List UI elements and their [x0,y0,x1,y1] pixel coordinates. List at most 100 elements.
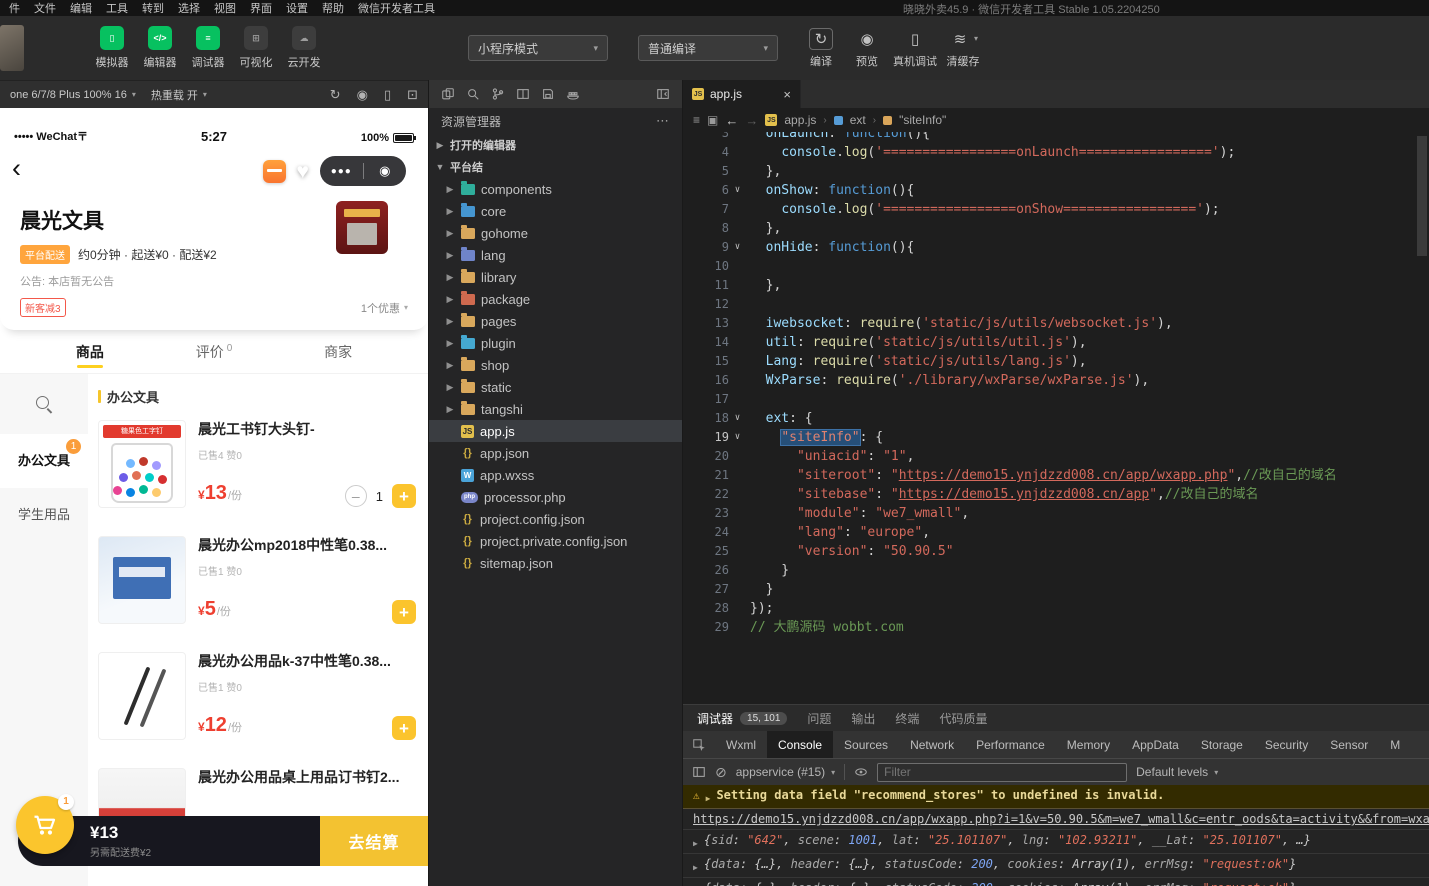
panel-tab-输出[interactable]: 输出 [851,710,875,727]
compile-button[interactable]: ↻编译 [798,28,844,69]
hot-reload-toggle[interactable]: 热重载 开 [151,87,198,103]
tree-item-app.js[interactable]: JSapp.js [429,420,682,442]
code-editor[interactable]: 3 onLaunch: function(){4 console.log('==… [683,132,1429,704]
visualization-button[interactable]: ⊞可视化 [232,26,280,70]
code-text[interactable]: Lang: require('static/js/utils/lang.js')… [746,352,1087,371]
remote-debug-button[interactable]: ▯真机调试 [890,28,940,69]
add-to-cart-button[interactable]: + [392,484,416,508]
code-text[interactable] [746,295,750,314]
minus-button[interactable]: – [345,485,367,507]
console-row-obj[interactable]: ▶{sid: "642", scene: 1001, lat: "25.1011… [683,830,1429,854]
code-text[interactable]: } [746,580,773,599]
console-filter-input[interactable] [877,763,1127,782]
console-row-obj[interactable]: ▶{data: {…}, header: {…}, statusCode: 20… [683,878,1429,886]
devtools-tab-Sensor[interactable]: Sensor [1319,731,1379,758]
fold-chevron-icon[interactable]: ∨ [729,181,746,200]
tree-item-shop[interactable]: ▶shop [429,354,682,376]
code-text[interactable] [746,257,750,276]
tree-item-pages[interactable]: ▶pages [429,310,682,332]
eye-icon[interactable] [854,765,868,780]
expand-caret-icon[interactable]: ▶ [706,791,711,806]
code-text[interactable]: // 大鹏源码 wobbt.com [746,618,904,637]
close-miniprogram-icon[interactable]: ◉ [364,163,407,179]
code-text[interactable]: onHide: function(){ [746,238,914,257]
debugger-button[interactable]: ≡调试器 [184,26,232,70]
clear-console-icon[interactable]: ⊘ [715,765,727,779]
coupon-dropdown[interactable]: 1个优惠 ▾ [361,300,408,316]
rotate-icon[interactable]: ↻ [330,87,341,103]
devtools-tab-Network[interactable]: Network [899,731,965,758]
console-row-link[interactable]: https://demo15.ynjdzzd008.cn/app/wxapp.p… [683,809,1429,830]
cloud-dev-button[interactable]: ☁云开发 [280,26,328,70]
menu-item-4[interactable]: 转到 [135,0,171,16]
record-icon[interactable]: ◉ [357,87,368,103]
code-text[interactable]: console.log('=================onShow====… [746,200,1220,219]
menu-item-0[interactable]: 件 [2,0,27,16]
simulator-button[interactable]: ▯模拟器 [88,26,136,70]
more-actions-icon[interactable]: ⋯ [656,113,670,129]
user-avatar[interactable] [0,25,24,71]
save-all-icon[interactable] [541,87,555,101]
code-text[interactable]: iwebsocket: require('static/js/utils/web… [746,314,1173,333]
code-text[interactable]: WxParse: require('./library/wxParse/wxPa… [746,371,1149,390]
breadcrumb-file[interactable]: app.js [784,113,816,127]
menu-item-5[interactable]: 选择 [171,0,207,16]
source-control-icon[interactable] [491,87,505,101]
menu-item-6[interactable]: 视图 [207,0,243,16]
split-editor-icon[interactable] [516,87,530,101]
tree-item-processor.php[interactable]: phpprocessor.php [429,486,682,508]
compile-mode-dropdown[interactable]: 普通编译 ▾ [638,35,778,61]
code-text[interactable]: }, [746,162,781,181]
console-row-warn[interactable]: ⚠▶Setting data field "recommend_stores" … [683,785,1429,809]
devtools-tab-AppData[interactable]: AppData [1121,731,1190,758]
code-text[interactable]: } [746,561,789,580]
log-levels-dropdown[interactable]: Default levels ▾ [1136,765,1218,779]
phone-frame-icon[interactable]: ▯ [384,87,391,103]
mode-dropdown[interactable]: 小程序模式 ▾ [468,35,608,61]
tree-item-sitemap.json[interactable]: {}sitemap.json [429,552,682,574]
code-text[interactable]: onLaunch: function(){ [746,132,930,143]
expand-caret-icon[interactable]: ▶ [693,836,698,851]
outline-icon[interactable]: ≡ [693,113,700,127]
more-menu-icon[interactable]: ●●● [320,166,363,177]
close-icon[interactable]: × [783,87,791,102]
editor-tab-appjs[interactable]: JS app.js × [683,80,801,108]
tree-item-components[interactable]: ▶components [429,178,682,200]
panel-tab-终端[interactable]: 终端 [895,710,919,727]
menu-item-7[interactable]: 界面 [243,0,279,16]
add-to-cart-button[interactable]: + [392,716,416,740]
tree-item-static[interactable]: ▶static [429,376,682,398]
devtools-tab-Console[interactable]: Console [767,731,833,758]
code-text[interactable]: "version": "50.90.5" [746,542,954,561]
checkout-button[interactable]: 去结算 [320,816,428,866]
add-to-cart-button[interactable]: + [392,600,416,624]
favorite-heart-icon[interactable]: ♥ [297,161,309,182]
tree-item-core[interactable]: ▶core [429,200,682,222]
code-text[interactable]: console.log('=================onLaunch==… [746,143,1235,162]
tree-item-plugin[interactable]: ▶plugin [429,332,682,354]
store-tab-商品[interactable]: 商品 [76,330,104,373]
tree-item-app.wxss[interactable]: Wapp.wxss [429,464,682,486]
files-icon[interactable] [441,87,455,101]
nav-back-icon[interactable]: ← [725,113,738,128]
open-editors-section[interactable]: ▶ 打开的编辑器 [429,134,682,156]
expand-caret-icon[interactable]: ▶ [693,860,698,875]
category-item[interactable]: 办公文具1 [0,434,88,488]
code-text[interactable]: util: require('static/js/utils/util.js')… [746,333,1087,352]
fold-chevron-icon[interactable]: ∨ [729,409,746,428]
tree-item-project.private.config.json[interactable]: {}project.private.config.json [429,530,682,552]
breadcrumb-symbol-siteinfo[interactable]: "siteInfo" [899,113,946,127]
devtools-tab-Wxml[interactable]: Wxml [715,731,767,758]
execution-context-dropdown[interactable]: appservice (#15) ▾ [736,765,835,779]
tree-item-tangshi[interactable]: ▶tangshi [429,398,682,420]
console-sidebar-icon[interactable] [692,765,706,780]
menu-item-9[interactable]: 帮助 [315,0,351,16]
console-row-obj[interactable]: ▶{data: {…}, header: {…}, statusCode: 20… [683,854,1429,878]
tree-item-library[interactable]: ▶library [429,266,682,288]
devtools-tab-Storage[interactable]: Storage [1190,731,1254,758]
store-tab-评价[interactable]: 评价0 [196,330,233,373]
code-text[interactable]: onShow: function(){ [746,181,914,200]
editor-scrollbar[interactable] [1417,136,1427,256]
console-link[interactable]: https://demo15.ynjdzzd008.cn/app/wxapp.p… [693,812,1429,827]
code-text[interactable]: }, [746,276,781,295]
